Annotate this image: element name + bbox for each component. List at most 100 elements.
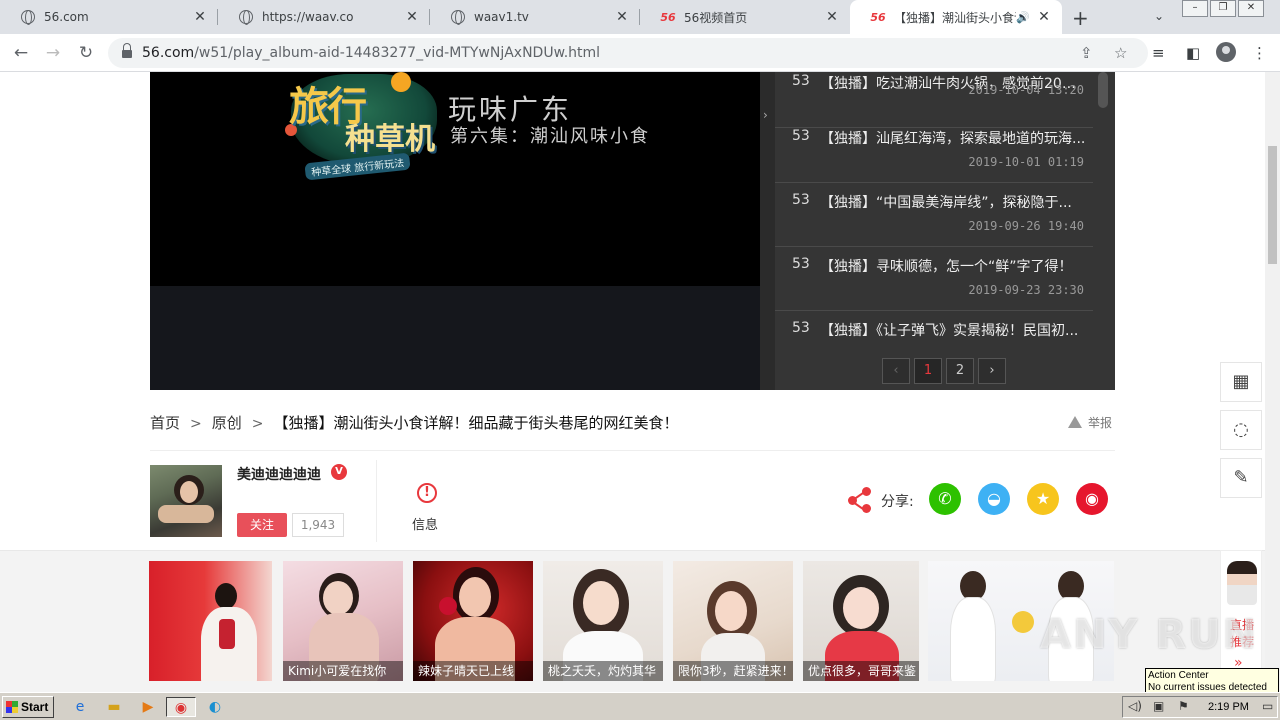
rec-thumbnail[interactable]: 桃之夭夭，灼灼其华 <box>543 561 663 681</box>
rec-caption: 优点很多，哥哥来鉴 <box>803 661 919 681</box>
start-button[interactable]: Start <box>2 696 54 718</box>
tab-strip: 56.com ✕ https://waav.co ✕ waav1.tv ✕ 56… <box>0 0 1280 34</box>
follow-button[interactable]: 关注 <box>237 513 287 537</box>
tab-waav1-tv[interactable]: waav1.tv ✕ <box>430 0 640 34</box>
qr-code-icon[interactable]: ▦ <box>1220 362 1262 402</box>
prev-page-button[interactable]: ‹ <box>882 358 910 384</box>
new-tab-button[interactable]: + <box>1072 6 1089 30</box>
info-icon[interactable]: ! <box>417 483 437 503</box>
weibo-share-button[interactable]: ◉ <box>1076 483 1108 515</box>
tab-title: https://waav.co <box>262 10 354 24</box>
lock-icon[interactable] <box>122 43 132 59</box>
internet-explorer-icon[interactable]: e <box>70 697 90 717</box>
side-panel-icon[interactable]: ◧ <box>1186 44 1200 62</box>
network-icon[interactable]: ▣ <box>1153 699 1164 713</box>
rec-thumbnail[interactable]: Kimi小可爱在找你 <box>283 561 403 681</box>
close-icon[interactable]: ✕ <box>1036 9 1052 25</box>
url-text: 56.com/w51/play_album-aid-14483277_vid-M… <box>142 45 601 61</box>
bookmark-star-icon[interactable]: ☆ <box>1114 44 1127 62</box>
playlist-panel: 53 【独播】吃过潮汕牛肉火锅，感觉前20年... 2019-10-04 13:… <box>775 72 1115 390</box>
back-button[interactable]: ← <box>10 42 32 64</box>
windows-logo-icon <box>6 701 18 713</box>
page-1-button[interactable]: 1 <box>914 358 942 384</box>
minimize-button[interactable]: – <box>1182 0 1208 17</box>
close-icon[interactable]: ✕ <box>192 9 208 25</box>
uploader-avatar[interactable] <box>150 465 222 537</box>
tab-waav-co[interactable]: https://waav.co ✕ <box>218 0 430 34</box>
uploader-name[interactable]: 美迪迪迪迪迪 <box>237 464 321 484</box>
playlist-item[interactable]: 53 【独播】汕尾红海湾，探索最地道的玩海... 2019-10-01 01:1… <box>775 119 1093 183</box>
rec-thumbnail[interactable]: 优点很多，哥哥来鉴 <box>803 561 919 681</box>
close-icon[interactable]: ✕ <box>404 9 420 25</box>
forward-button[interactable]: → <box>42 42 64 64</box>
info-label[interactable]: 信息 <box>412 514 438 533</box>
breadcrumb-home[interactable]: 首页 <box>150 414 180 432</box>
report-button[interactable]: 举报 <box>1068 414 1112 431</box>
folder-icon[interactable]: ▬ <box>104 697 124 717</box>
divider <box>376 460 377 542</box>
globe-icon <box>238 9 254 25</box>
episode-subtitle: 第六集：潮汕风味小食 <box>450 126 650 147</box>
window-controls: – ❐ ✕ <box>1182 0 1266 17</box>
tab-active-video[interactable]: 56 【独播】潮汕街头小食详解 🔊 ✕ <box>850 0 1062 34</box>
playlist-item[interactable]: 53 【独播】寻味顺德，怎一个“鲜”字了得！ 2019-09-23 23:30 <box>775 247 1093 311</box>
chrome-icon[interactable]: ◉ <box>166 697 196 717</box>
tab-title: 【独播】潮汕街头小食详解 <box>894 10 1016 25</box>
wechat-share-button[interactable]: ✆ <box>929 483 961 515</box>
tab-56-home[interactable]: 56 56视频首页 ✕ <box>640 0 850 34</box>
profile-avatar-icon[interactable] <box>1216 42 1236 62</box>
close-window-button[interactable]: ✕ <box>1238 0 1264 17</box>
address-bar[interactable]: 56.com/w51/play_album-aid-14483277_vid-M… <box>108 38 1148 68</box>
chevron-down-icon[interactable]: ⌄ <box>1154 9 1164 23</box>
video-title: 【独播】潮汕街头小食详解！细品藏于街头巷尾的网红美食！ <box>273 414 679 432</box>
rec-thumbnail[interactable] <box>149 561 272 681</box>
playlist-pager: ‹ 1 2 › <box>775 350 1115 390</box>
tab-56com[interactable]: 56.com ✕ <box>0 0 218 34</box>
breadcrumb-category[interactable]: 原创 <box>212 414 242 432</box>
qzone-share-button[interactable]: ★ <box>1027 483 1059 515</box>
page-scrollbar[interactable] <box>1265 72 1280 692</box>
restore-button[interactable]: ❐ <box>1210 0 1236 17</box>
next-page-button[interactable]: › <box>978 358 1006 384</box>
volume-icon[interactable]: ◁) <box>1128 699 1142 713</box>
share-page-icon[interactable]: ⇪ <box>1080 44 1093 62</box>
close-icon[interactable]: ✕ <box>824 9 840 25</box>
action-center-flag-icon[interactable]: ⚑ <box>1178 699 1189 713</box>
media-player-icon[interactable]: ▶ <box>138 697 158 717</box>
tab-title: 56视频首页 <box>684 10 748 25</box>
qq-share-button[interactable]: ◒ <box>978 483 1010 515</box>
reload-button[interactable]: ↻ <box>75 42 97 64</box>
scrollbar-thumb[interactable] <box>1268 146 1277 264</box>
breadcrumb: 首页 > 原创 > 【独播】潮汕街头小食详解！细品藏于街头巷尾的网红美食！ <box>150 412 679 433</box>
lightbulb-icon[interactable]: ◌ <box>1220 410 1262 450</box>
rec-caption: Kimi小可爱在找你 <box>283 661 403 681</box>
speaker-icon[interactable]: 🔊 <box>1016 11 1030 24</box>
page-2-button[interactable]: 2 <box>946 358 974 384</box>
rec-thumbnail[interactable]: 辣妹子晴天已上线 <box>413 561 533 681</box>
56-logo-icon: 56 <box>660 10 676 24</box>
playlist-collapse-toggle[interactable]: › <box>760 72 775 390</box>
menu-icon[interactable]: ⋮ <box>1252 44 1267 62</box>
tab-title: waav1.tv <box>474 10 529 24</box>
live-avatar <box>1227 561 1257 605</box>
close-icon[interactable]: ✕ <box>614 9 630 25</box>
taskbar: Start e ▬ ▶ ◉ ◐ ◁) ▣ ⚑ 2:19 PM ▭ <box>0 692 1280 720</box>
edge-icon[interactable]: ◐ <box>205 697 225 717</box>
show-desktop-icon[interactable]: ▭ <box>1262 699 1273 713</box>
chevron-right-icon: › <box>763 108 768 122</box>
playlist-item[interactable]: 53 【独播】“中国最美海岸线”，探秘隐于... 2019-09-26 19:4… <box>775 183 1093 247</box>
browser-toolbar: ← → ↻ 56.com/w51/play_album-aid-14483277… <box>0 34 1280 72</box>
share-label: 分享: <box>881 494 914 510</box>
anyrun-watermark: ANY RUN <box>1040 612 1259 658</box>
rec-caption: 限你3秒，赶紧进来！ <box>673 661 793 681</box>
video-player[interactable]: 旅行 种草机 种草全球 旅行新玩法 玩味广东 第六集：潮汕风味小食 <box>150 72 760 390</box>
show-logo: 旅行 种草机 种草全球 旅行新玩法 <box>285 72 445 181</box>
rec-caption: 桃之夭夭，灼灼其华 <box>543 661 663 681</box>
player-control-bar[interactable] <box>150 286 760 390</box>
56-logo-icon: 56 <box>870 10 886 24</box>
reading-list-icon[interactable]: ≡ <box>1152 44 1165 62</box>
system-tray <box>1122 696 1278 718</box>
feedback-icon[interactable]: ✎ <box>1220 458 1262 498</box>
playlist-scrollbar[interactable] <box>1098 72 1108 108</box>
rec-thumbnail[interactable]: 限你3秒，赶紧进来！ <box>673 561 793 681</box>
